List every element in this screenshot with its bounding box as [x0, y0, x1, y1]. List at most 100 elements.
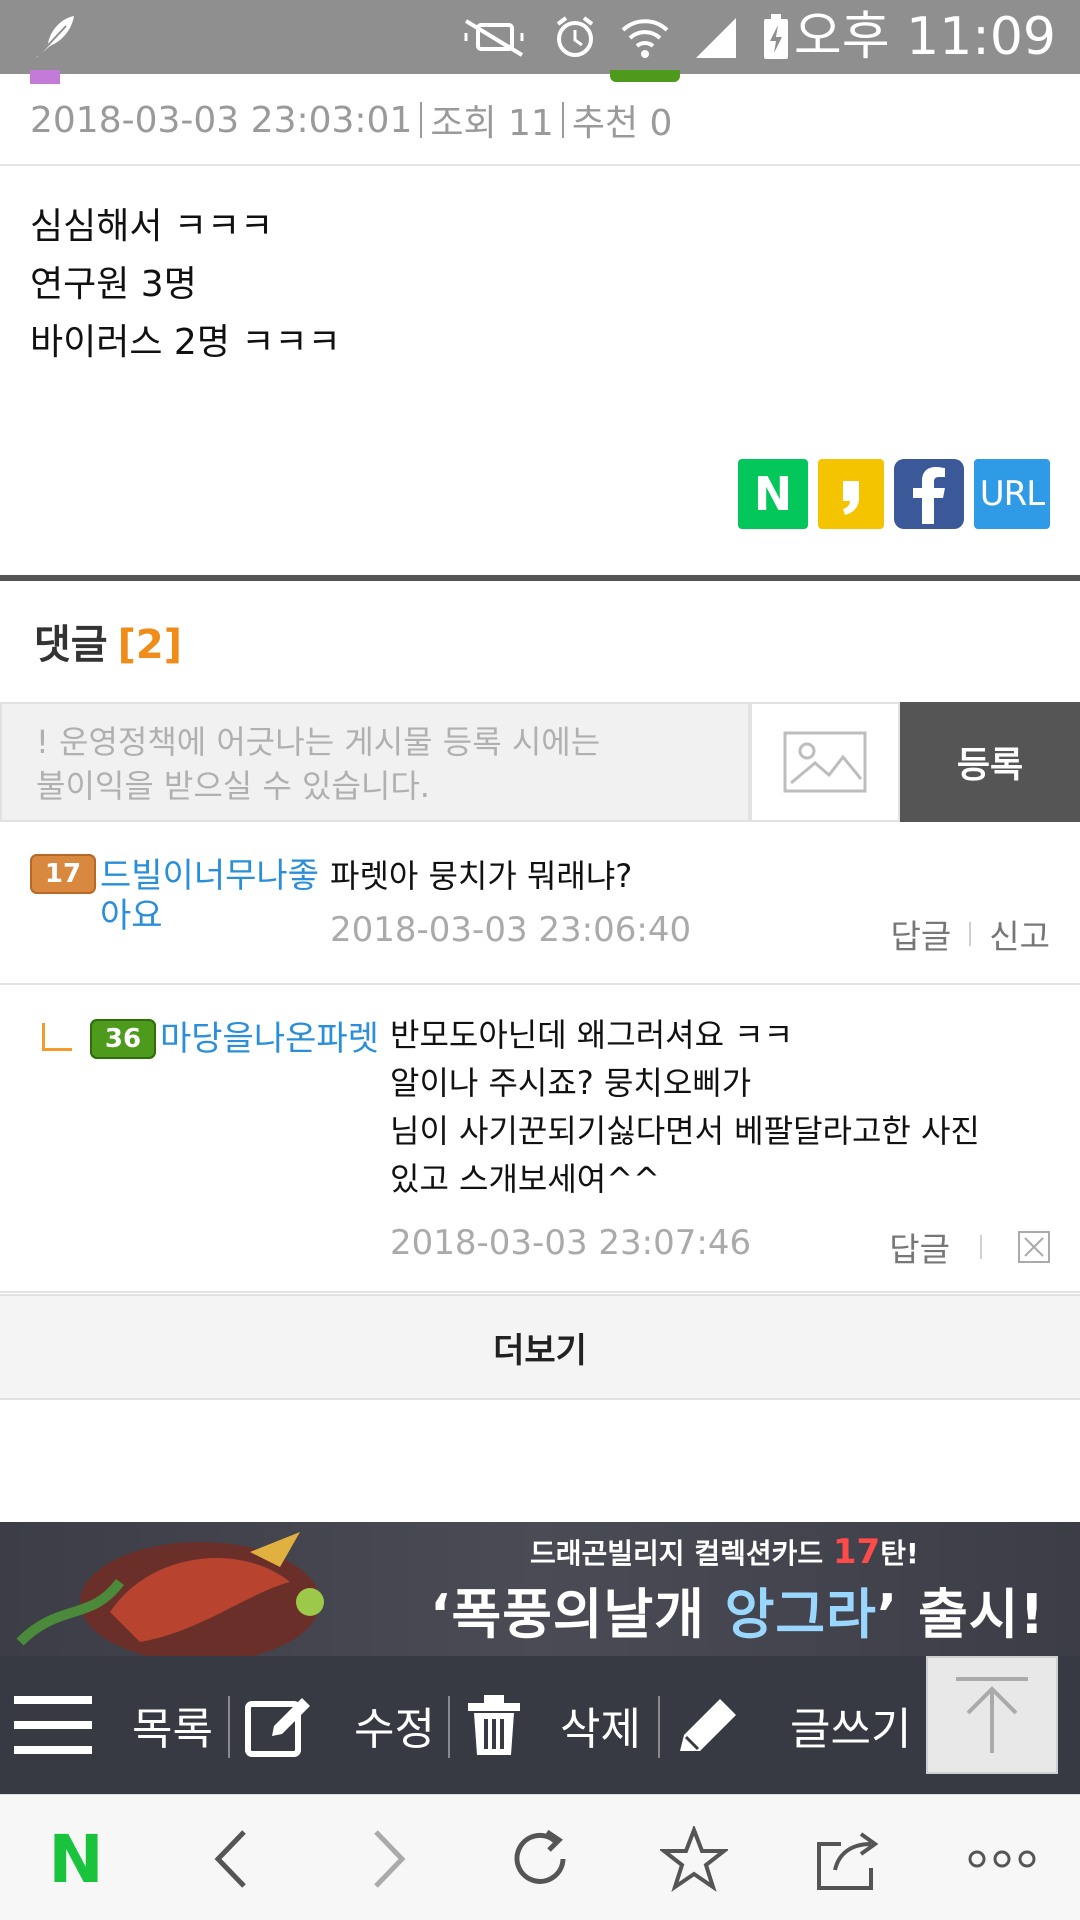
share-kakaostory-button[interactable] — [818, 459, 884, 529]
image-icon — [783, 731, 867, 793]
star-icon — [660, 1826, 728, 1892]
post-author-partial — [30, 70, 690, 84]
divider — [980, 1235, 982, 1259]
comment-text-line: 반모도아닌데 왜그러셔요 ㅋㅋ — [390, 1016, 794, 1054]
comment-input[interactable]: ! 운영정책에 어긋나는 게시물 등록 시에는 불이익을 받으실 수 있습니다. — [0, 702, 750, 822]
naver-icon: N — [753, 467, 793, 521]
wifi-icon — [621, 19, 669, 58]
comment-date: 2018-03-03 23:07:46 — [390, 1223, 752, 1263]
divider — [420, 102, 423, 138]
mute-icon — [464, 19, 524, 57]
banner-subtitle-number: 17 — [832, 1532, 881, 1572]
level-badge: 36 — [90, 1019, 156, 1059]
refresh-icon — [514, 1829, 566, 1884]
write-label: 글쓰기 — [790, 1704, 912, 1755]
dragon-illustration — [16, 1532, 324, 1656]
browser-toolbar: N — [0, 1794, 1080, 1920]
comment-text: 파렛아 뭉치가 뭐래냐? — [330, 857, 633, 895]
banner-title-suffix: ’ 출시! — [876, 1583, 1046, 1646]
comment-text-line: 알이나 주시죠? 뭉치오삐가 — [390, 1064, 752, 1102]
divider — [448, 1696, 450, 1758]
comment-actions: 답글 신고 — [891, 910, 1050, 958]
comment-author[interactable]: 드빌이너무나좋 아요 — [100, 856, 319, 936]
edit-label: 수정 — [354, 1704, 435, 1755]
status-icons — [460, 12, 790, 62]
list-button[interactable]: 목록 — [132, 1656, 213, 1794]
comment-text-line: 님이 사기꾼되기싫다면서 베팔달라고한 사진 — [390, 1112, 980, 1150]
forward-button[interactable] — [350, 1821, 430, 1897]
delete-comment-icon[interactable] — [1018, 1231, 1050, 1263]
facebook-icon — [913, 467, 945, 524]
reply-button[interactable]: 답글 — [889, 1223, 950, 1271]
banner-title: ‘폭풍의날개 앙그라’ 출시! — [430, 1570, 1045, 1649]
divider — [228, 1696, 230, 1758]
divider — [969, 922, 972, 946]
pencil-icon — [680, 1699, 736, 1751]
post-body: 심심해서 ㅋㅋㅋ 연구원 3명 바이러스 2명 ㅋㅋㅋ — [30, 198, 341, 372]
comments-header: 댓글 [2] — [34, 612, 182, 670]
delete-button[interactable]: 삭제 — [466, 1656, 641, 1794]
banner-title-highlight: 앙그라 — [724, 1583, 877, 1646]
edit-icon — [245, 1698, 310, 1757]
signal-icon — [696, 18, 736, 58]
back-button[interactable] — [190, 1821, 270, 1897]
kakaostory-icon — [843, 481, 859, 515]
status-bar: 오후 11:09 — [0, 0, 1080, 74]
level-badge: 17 — [30, 854, 96, 894]
scroll-top-button[interactable] — [926, 1656, 1058, 1774]
ad-banner[interactable]: 드래곤빌리지 컬렉션카드 17탄! ‘폭풍의날개 앙그라’ 출시! — [0, 1522, 1080, 1656]
trash-icon — [468, 1695, 520, 1755]
share-buttons: N URL — [738, 459, 1050, 529]
post-body-line: 연구원 3명 — [30, 264, 197, 305]
banner-subtitle: 드래곤빌리지 컬렉션카드 17탄! — [530, 1532, 919, 1572]
chevron-left-icon — [214, 1830, 246, 1888]
comment-text: 반모도아닌데 왜그러셔요 ㅋㅋ 알이나 주시죠? 뭉치오삐가 님이 사기꾼되기싫… — [390, 1011, 980, 1203]
refresh-button[interactable] — [500, 1821, 580, 1897]
menu-button[interactable] — [14, 1656, 92, 1794]
reply-button[interactable]: 답글 — [891, 910, 952, 958]
bookmark-button[interactable] — [654, 1821, 734, 1897]
post-body-line: 심심해서 ㅋㅋㅋ — [30, 206, 274, 247]
attach-image-button[interactable] — [750, 702, 900, 822]
divider — [561, 102, 564, 138]
alarm-icon — [556, 16, 594, 57]
post-meta: 2018-03-03 23:03:01 조회 11 추천 0 — [0, 70, 1080, 166]
banner-subtitle-suffix: 탄! — [880, 1537, 919, 1570]
comments-count: [2] — [117, 622, 183, 668]
share-facebook-button[interactable] — [894, 459, 964, 529]
comment-author-line: 아요 — [100, 896, 163, 936]
post-body-line: 바이러스 2명 ㅋㅋㅋ — [30, 322, 341, 363]
status-time: 오후 11:09 — [793, 7, 1056, 67]
post-action-bar: 목록 수정 삭제 글쓰기 — [0, 1656, 1080, 1794]
comment-text-line: 있고 스개보세여^^ — [390, 1160, 660, 1198]
divider — [658, 1696, 660, 1758]
share-url-button[interactable]: URL — [974, 459, 1050, 529]
comment-actions: 답글 — [889, 1223, 1050, 1271]
battery-charging-icon — [764, 14, 788, 59]
comment-placeholder-line: 불이익을 받으실 수 있습니다. — [36, 767, 430, 805]
share-button[interactable] — [808, 1821, 888, 1897]
delete-label: 삭제 — [560, 1704, 641, 1755]
edit-button[interactable]: 수정 — [244, 1656, 435, 1794]
more-menu-button[interactable] — [962, 1821, 1042, 1897]
report-button[interactable]: 신고 — [989, 910, 1050, 958]
post-meta-line: 2018-03-03 23:03:01 조회 11 추천 0 — [30, 94, 672, 146]
write-button[interactable]: 글쓰기 — [676, 1656, 911, 1794]
post-views: 조회 11 — [430, 103, 554, 144]
banner-subtitle-text: 드래곤빌리지 컬렉션카드 — [530, 1537, 833, 1570]
comment-author[interactable]: 마당을나온파렛 — [160, 1019, 379, 1059]
naver-home-button[interactable]: N — [36, 1821, 116, 1898]
comment-item: 36 마당을나온파렛 반모도아닌데 왜그러셔요 ㅋㅋ 알이나 주시죠? 뭉치오삐… — [0, 985, 1080, 1293]
comment-date: 2018-03-03 23:06:40 — [330, 910, 692, 950]
share-naver-button[interactable]: N — [738, 459, 808, 529]
comment-placeholder-line: ! 운영정책에 어긋나는 게시물 등록 시에는 — [36, 723, 601, 761]
comments-title: 댓글 — [34, 622, 108, 668]
reply-arrow-icon — [42, 1023, 72, 1051]
chevron-right-icon — [374, 1830, 406, 1888]
comment-item: 17 드빌이너무나좋 아요 파렛아 뭉치가 뭐래냐? 2018-03-03 23… — [0, 822, 1080, 985]
arrow-up-icon — [956, 1677, 1028, 1753]
section-divider — [0, 575, 1080, 581]
load-more-button[interactable]: 더보기 — [0, 1294, 1080, 1400]
share-icon — [817, 1832, 879, 1890]
comment-submit-button[interactable]: 등록 — [900, 702, 1080, 822]
